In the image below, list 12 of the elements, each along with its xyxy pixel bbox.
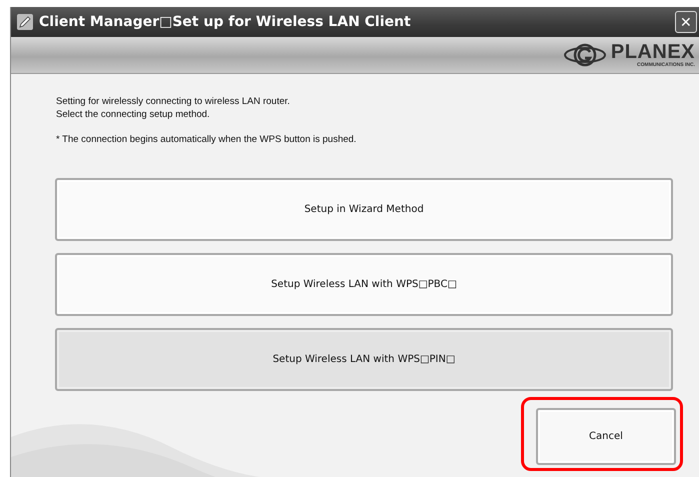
pencil-icon	[17, 14, 33, 30]
instruction-text: Select the connecting setup method.	[56, 108, 211, 121]
setup-method-button[interactable]: Setup Wireless LAN with WPS□PBC□	[55, 253, 673, 316]
close-button[interactable]: ✕	[675, 11, 697, 33]
cancel-button[interactable]: Cancel	[536, 408, 676, 465]
instruction-text: Setting for wirelessly connecting to wireless LAN router.	[56, 95, 291, 108]
setup-method-button[interactable]: Setup Wireless LAN with WPS□PIN□	[55, 328, 673, 391]
note-text: * The connection begins automatically when the WPS button is pushed.	[56, 133, 358, 146]
setup-method-button[interactable]: Setup in Wizard Method	[55, 178, 673, 241]
logo-icon	[562, 42, 607, 68]
window-title: Client Manager□Set up for Wireless LAN Client	[39, 14, 411, 30]
logo-wordmark: PLANEX	[610, 42, 695, 62]
